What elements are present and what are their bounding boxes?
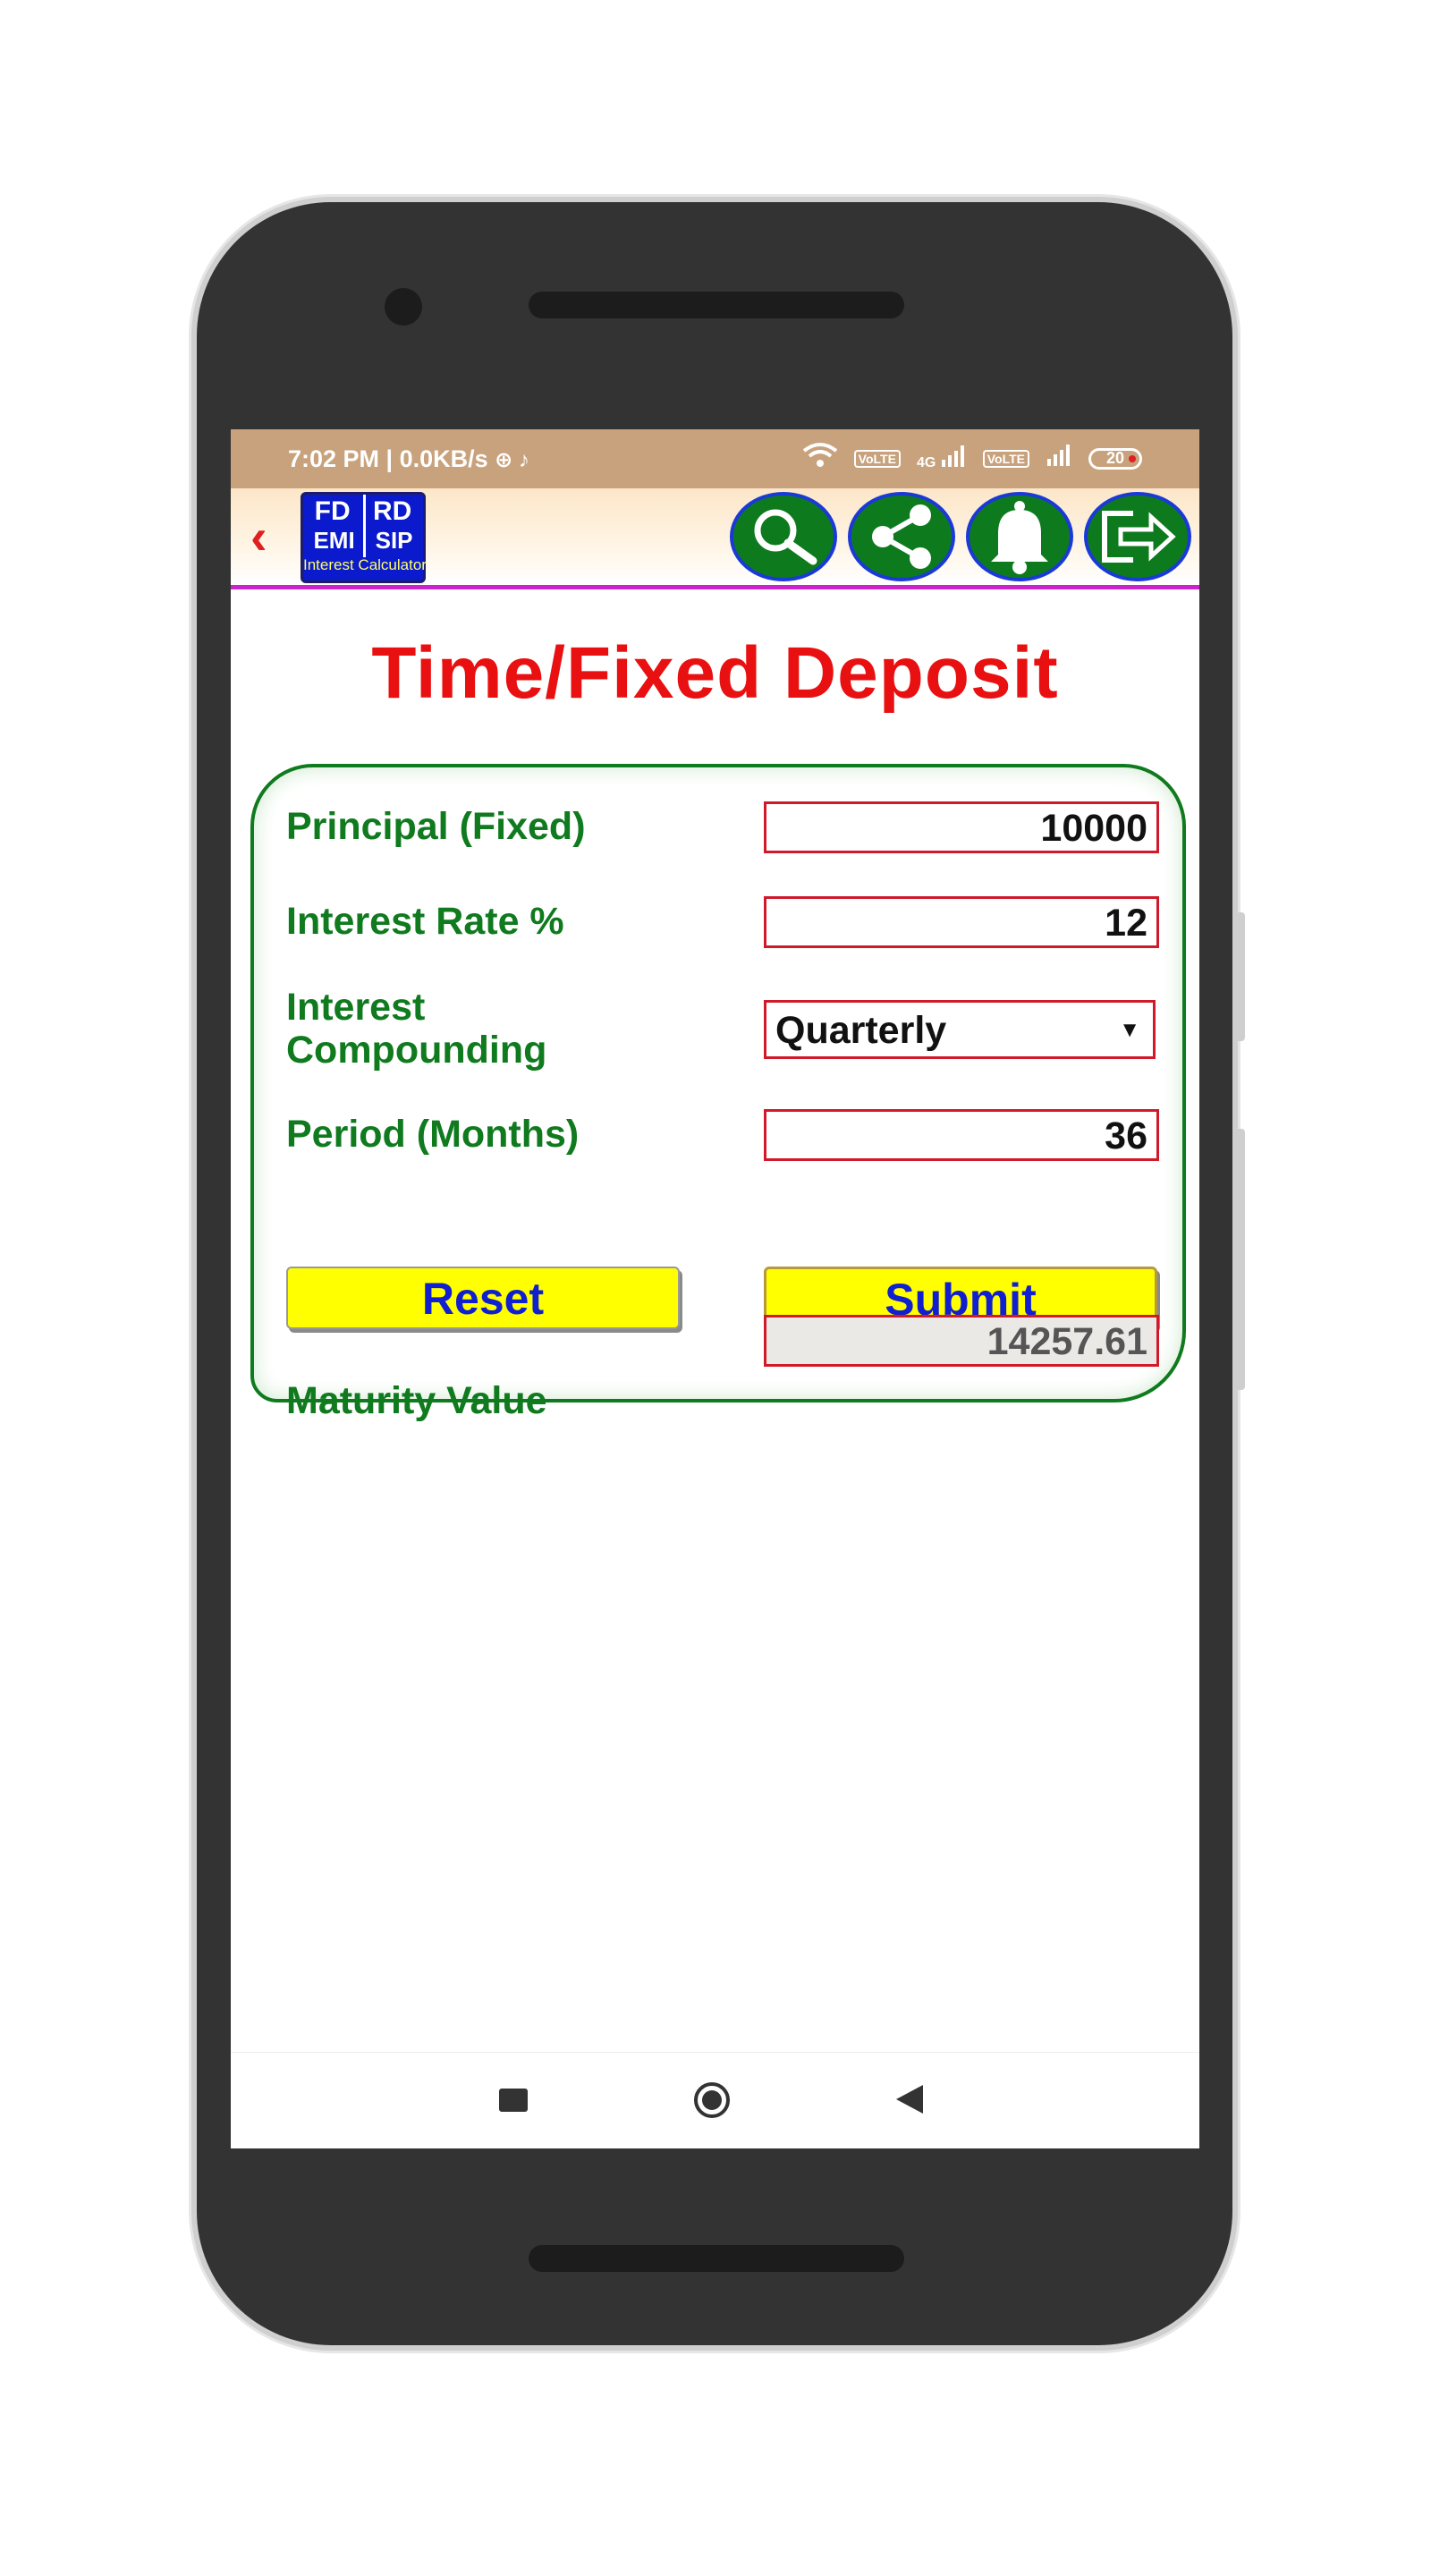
app-logo: FD RD EMI SIP Interest Calculator	[301, 492, 427, 583]
compounding-selected-value: Quarterly	[775, 1009, 947, 1052]
volte-icon: VoLTE	[853, 449, 901, 468]
home-button[interactable]	[694, 2082, 730, 2118]
principal-input[interactable]: 10000	[764, 801, 1159, 853]
phone-power-button	[1232, 1129, 1245, 1390]
battery-icon: 20	[1088, 447, 1142, 470]
wifi-icon	[802, 442, 838, 475]
deposit-form: Principal (Fixed) 10000 Interest Rate % …	[250, 764, 1186, 1422]
compounding-select[interactable]: Quarterly ▼	[764, 1000, 1156, 1059]
front-camera	[385, 288, 422, 326]
bell-icon	[991, 501, 1048, 574]
exit-icon	[1102, 511, 1176, 563]
notifications-button[interactable]	[966, 492, 1073, 581]
recent-apps-button[interactable]	[499, 2089, 528, 2112]
status-time: 7:02 PM | 0.0KB/s ⊕ ♪	[288, 445, 529, 473]
logo-divider	[363, 495, 366, 557]
compounding-label-line2: Compounding	[286, 1029, 547, 1072]
maturity-value-label: Maturity Value	[286, 1379, 547, 1422]
app-notification-icon: ⊕ ♪	[495, 448, 529, 472]
logo-caption: Interest Calculator	[303, 556, 427, 573]
logo-sip: SIP	[375, 527, 413, 554]
share-icon	[872, 504, 931, 569]
app-bar: ‹ FD RD EMI SIP Interest Calculator	[231, 488, 1199, 589]
period-label: Period (Months)	[286, 1113, 580, 1156]
status-icons: VoLTE 4G VoLTE 20	[802, 442, 1142, 475]
volte-icon-2: VoLTE	[982, 449, 1029, 468]
signal-icon	[1046, 445, 1072, 472]
phone-volume-button	[1232, 912, 1245, 1041]
principal-label: Principal (Fixed)	[286, 805, 586, 848]
back-button[interactable]: ‹	[250, 512, 267, 562]
status-time-text: 7:02 PM | 0.0KB/s	[288, 445, 488, 472]
network-type-label: 4G	[916, 455, 936, 470]
system-nav-bar	[231, 2052, 1199, 2148]
period-input[interactable]: 36	[764, 1109, 1159, 1161]
battery-level: 20	[1105, 449, 1125, 467]
logo-emi: EMI	[313, 527, 355, 554]
chevron-left-icon: ‹	[250, 508, 267, 564]
interest-rate-label: Interest Rate %	[286, 900, 564, 943]
interest-rate-input[interactable]: 12	[764, 896, 1159, 948]
exit-button[interactable]	[1084, 492, 1191, 581]
dropdown-arrow-icon: ▼	[1119, 1018, 1140, 1042]
share-button[interactable]	[848, 492, 955, 581]
search-icon	[754, 509, 817, 565]
reset-button[interactable]: Reset	[286, 1267, 680, 1329]
logo-fd: FD	[314, 496, 351, 526]
earpiece-speaker	[529, 292, 904, 318]
maturity-value-output: 14257.61	[764, 1315, 1159, 1367]
logo-rd: RD	[372, 496, 412, 526]
status-bar: 7:02 PM | 0.0KB/s ⊕ ♪ VoLTE 4G VoLTE 20	[231, 429, 1199, 488]
phone-screen: 7:02 PM | 0.0KB/s ⊕ ♪ VoLTE 4G VoLTE 20 …	[231, 429, 1199, 2148]
system-back-button[interactable]	[896, 2085, 923, 2114]
bottom-speaker	[529, 2245, 904, 2272]
compounding-label-line1: Interest	[286, 986, 426, 1029]
search-button[interactable]	[730, 492, 837, 581]
page-title: Time/Fixed Deposit	[371, 632, 1059, 714]
signal-4g-icon: 4G	[917, 445, 967, 471]
